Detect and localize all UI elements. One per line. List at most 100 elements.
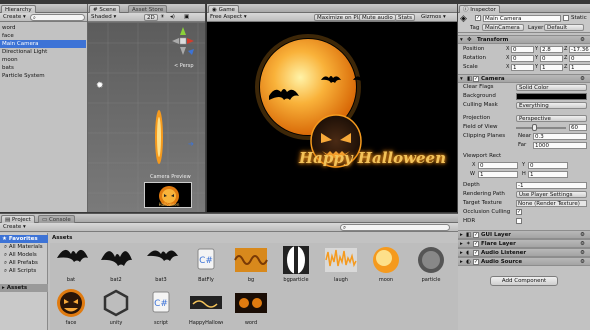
component-header[interactable]: ▸ ◐ ✓ Audio Source ⚙ [458, 257, 590, 266]
mute-audio-button[interactable]: Mute audio [359, 14, 396, 21]
move-arrow-icon[interactable]: ➔ [188, 140, 194, 148]
hierarchy-item[interactable]: word [2, 24, 16, 32]
tab-asset-store[interactable]: Asset Store [128, 5, 168, 13]
tab-hierarchy[interactable]: Hierarchy [1, 5, 36, 13]
component-enabled-checkbox[interactable]: ✓ [473, 232, 479, 238]
background-color-swatch[interactable] [516, 93, 587, 100]
clear-flags-dropdown[interactable]: Solid Color [516, 84, 587, 91]
component-title: Audio Source [481, 259, 523, 265]
add-component-button[interactable]: Add Component [490, 276, 558, 286]
transform-x-field[interactable]: 0 [511, 55, 534, 62]
viewport-h-field[interactable]: 1 [528, 171, 568, 178]
breadcrumb[interactable]: Assets [52, 234, 72, 242]
tab-inspector[interactable]: ⓘ Inspector [459, 5, 500, 13]
project-create-button[interactable]: Create ▾ [1, 224, 28, 231]
effects-icon[interactable]: ▣ [182, 14, 191, 21]
component-enabled-checkbox[interactable]: ✓ [473, 250, 479, 256]
depth-field[interactable]: -1 [516, 182, 587, 189]
sun-icon[interactable]: ✹ [96, 81, 104, 91]
tab-project[interactable]: ▤ Project [1, 215, 35, 223]
asset-thumbnail [418, 247, 444, 273]
favorite-item[interactable]: ⌕ All Prefabs [4, 259, 38, 267]
component-header[interactable]: ▸ ✶ ✓ Flare Layer ⚙ [458, 239, 590, 248]
fov-slider-track[interactable] [516, 127, 566, 129]
transform-x-field[interactable]: 0 [511, 46, 534, 53]
lighting-icon[interactable]: ☀ [158, 14, 167, 21]
search-icon: ⌕ [4, 252, 8, 258]
hierarchy-item[interactable]: bats [2, 64, 14, 72]
occlusion-culling-checkbox[interactable]: ✓ [516, 209, 522, 215]
tab-console[interactable]: ▭ Console [38, 215, 75, 223]
fov-value-field[interactable]: 60 [569, 124, 587, 131]
hierarchy-item[interactable]: Main Camera [0, 40, 86, 48]
viewport-w-field[interactable]: 1 [478, 171, 518, 178]
tab-scene[interactable]: # Scene [89, 5, 121, 13]
component-enabled-checkbox[interactable]: ✓ [473, 241, 479, 247]
near-clip-field[interactable]: 0.3 [533, 133, 587, 140]
object-active-checkbox[interactable]: ✓ [475, 15, 481, 21]
component-list: ▸ ◧ ✓ GUI Layer ⚙ ▸ ✶ ✓ Flare Layer ⚙ ▸ ◖ ✓ Audio Lis… [458, 230, 590, 270]
target-texture-field[interactable]: None (Render Texture) [516, 200, 587, 207]
hdr-checkbox[interactable] [516, 218, 522, 224]
game-view[interactable]: Happy Halloween [207, 23, 457, 212]
tab-game[interactable]: ◉ Game [208, 5, 239, 13]
scene-viewport[interactable]: < Persp ✹ ➔ Camera Preview Halloween [88, 23, 205, 212]
layer-label: Layer [528, 25, 544, 31]
hierarchy-item[interactable]: moon [2, 56, 18, 64]
settings-gear-icon[interactable]: ⚙ [580, 36, 585, 45]
object-name-field[interactable]: Main Camera [483, 15, 561, 22]
stats-button[interactable]: Stats [395, 14, 416, 21]
settings-gear-icon[interactable]: ⚙ [580, 258, 585, 267]
toggle-2d-button[interactable]: 2D [144, 14, 158, 21]
transform-row-label: Position [463, 46, 485, 52]
hierarchy-item[interactable]: Directional Light [2, 48, 47, 56]
transform-row-label: Rotation [463, 55, 487, 61]
culling-mask-dropdown[interactable]: Everything [516, 102, 587, 109]
audio-icon[interactable]: ◂) [168, 14, 177, 21]
favorites-item[interactable]: ★ Favorites [0, 235, 48, 243]
tag-dropdown[interactable]: MainCamera [482, 24, 524, 31]
component-header[interactable]: ▸ ◧ ✓ GUI Layer ⚙ [458, 230, 590, 239]
hierarchy-item[interactable]: face [2, 32, 14, 40]
assets-folder-item[interactable]: ▸ Assets [0, 284, 48, 292]
transform-z-field[interactable]: 0 [569, 55, 590, 62]
axis-label-z: Z [564, 55, 568, 61]
transform-y-field[interactable]: 0 [540, 55, 563, 62]
transform-x-field[interactable]: 1 [511, 64, 534, 71]
rendering-path-dropdown[interactable]: Use Player Settings [516, 191, 587, 198]
camera-enabled-checkbox[interactable]: ✓ [473, 76, 479, 82]
hierarchy-item[interactable]: Particle System [2, 72, 45, 80]
favorite-item[interactable]: ⌕ All Models [4, 251, 37, 259]
aspect-dropdown[interactable]: Free Aspect ▾ [208, 14, 249, 21]
transform-y-field[interactable]: 1 [540, 64, 563, 71]
asset-thumbnail: C# [152, 291, 170, 313]
hierarchy-search-input[interactable]: ⌕ [30, 14, 85, 21]
projection-dropdown[interactable]: Perspective [516, 115, 587, 122]
asset-thumbnail [147, 250, 178, 261]
layer-dropdown[interactable]: Default [544, 24, 584, 31]
svg-text:C#: C# [154, 299, 168, 309]
fov-slider-thumb[interactable] [531, 124, 537, 131]
transform-z-field[interactable]: 1 [569, 64, 590, 71]
asset-label: BatFly [198, 277, 214, 283]
component-enabled-checkbox[interactable]: ✓ [473, 259, 479, 265]
favorite-item[interactable]: ⌕ All Scripts [4, 267, 36, 275]
asset-thumbnail [283, 246, 309, 274]
viewport-x-field[interactable]: 0 [478, 162, 518, 169]
transform-y-field[interactable]: 2.8 [540, 46, 563, 53]
shading-mode-dropdown[interactable]: Shaded ▾ [89, 14, 118, 21]
viewport-y-field[interactable]: 0 [528, 162, 568, 169]
component-header[interactable]: ▸ ◖ ✓ Audio Listener ⚙ [458, 248, 590, 257]
scene-moon-object[interactable] [152, 107, 166, 167]
gizmos-dropdown[interactable]: Gizmos ▾ [419, 14, 448, 21]
camera-preview-image: Halloween [159, 186, 180, 207]
hierarchy-create-button[interactable]: Create ▾ [1, 14, 28, 21]
far-clip-field[interactable]: 1000 [533, 142, 587, 149]
orientation-gizmo[interactable] [168, 25, 198, 61]
project-search-input[interactable]: ⌕ [340, 224, 450, 231]
transform-header[interactable]: ▾ ✥ Transform ⚙ [458, 35, 590, 44]
static-checkbox[interactable] [563, 15, 569, 21]
camera-header[interactable]: ▾ ◧ ✓ Camera ⚙ [458, 74, 590, 83]
favorite-item[interactable]: ⌕ All Materials [4, 243, 43, 251]
transform-z-field[interactable]: -17.36 [569, 46, 590, 53]
